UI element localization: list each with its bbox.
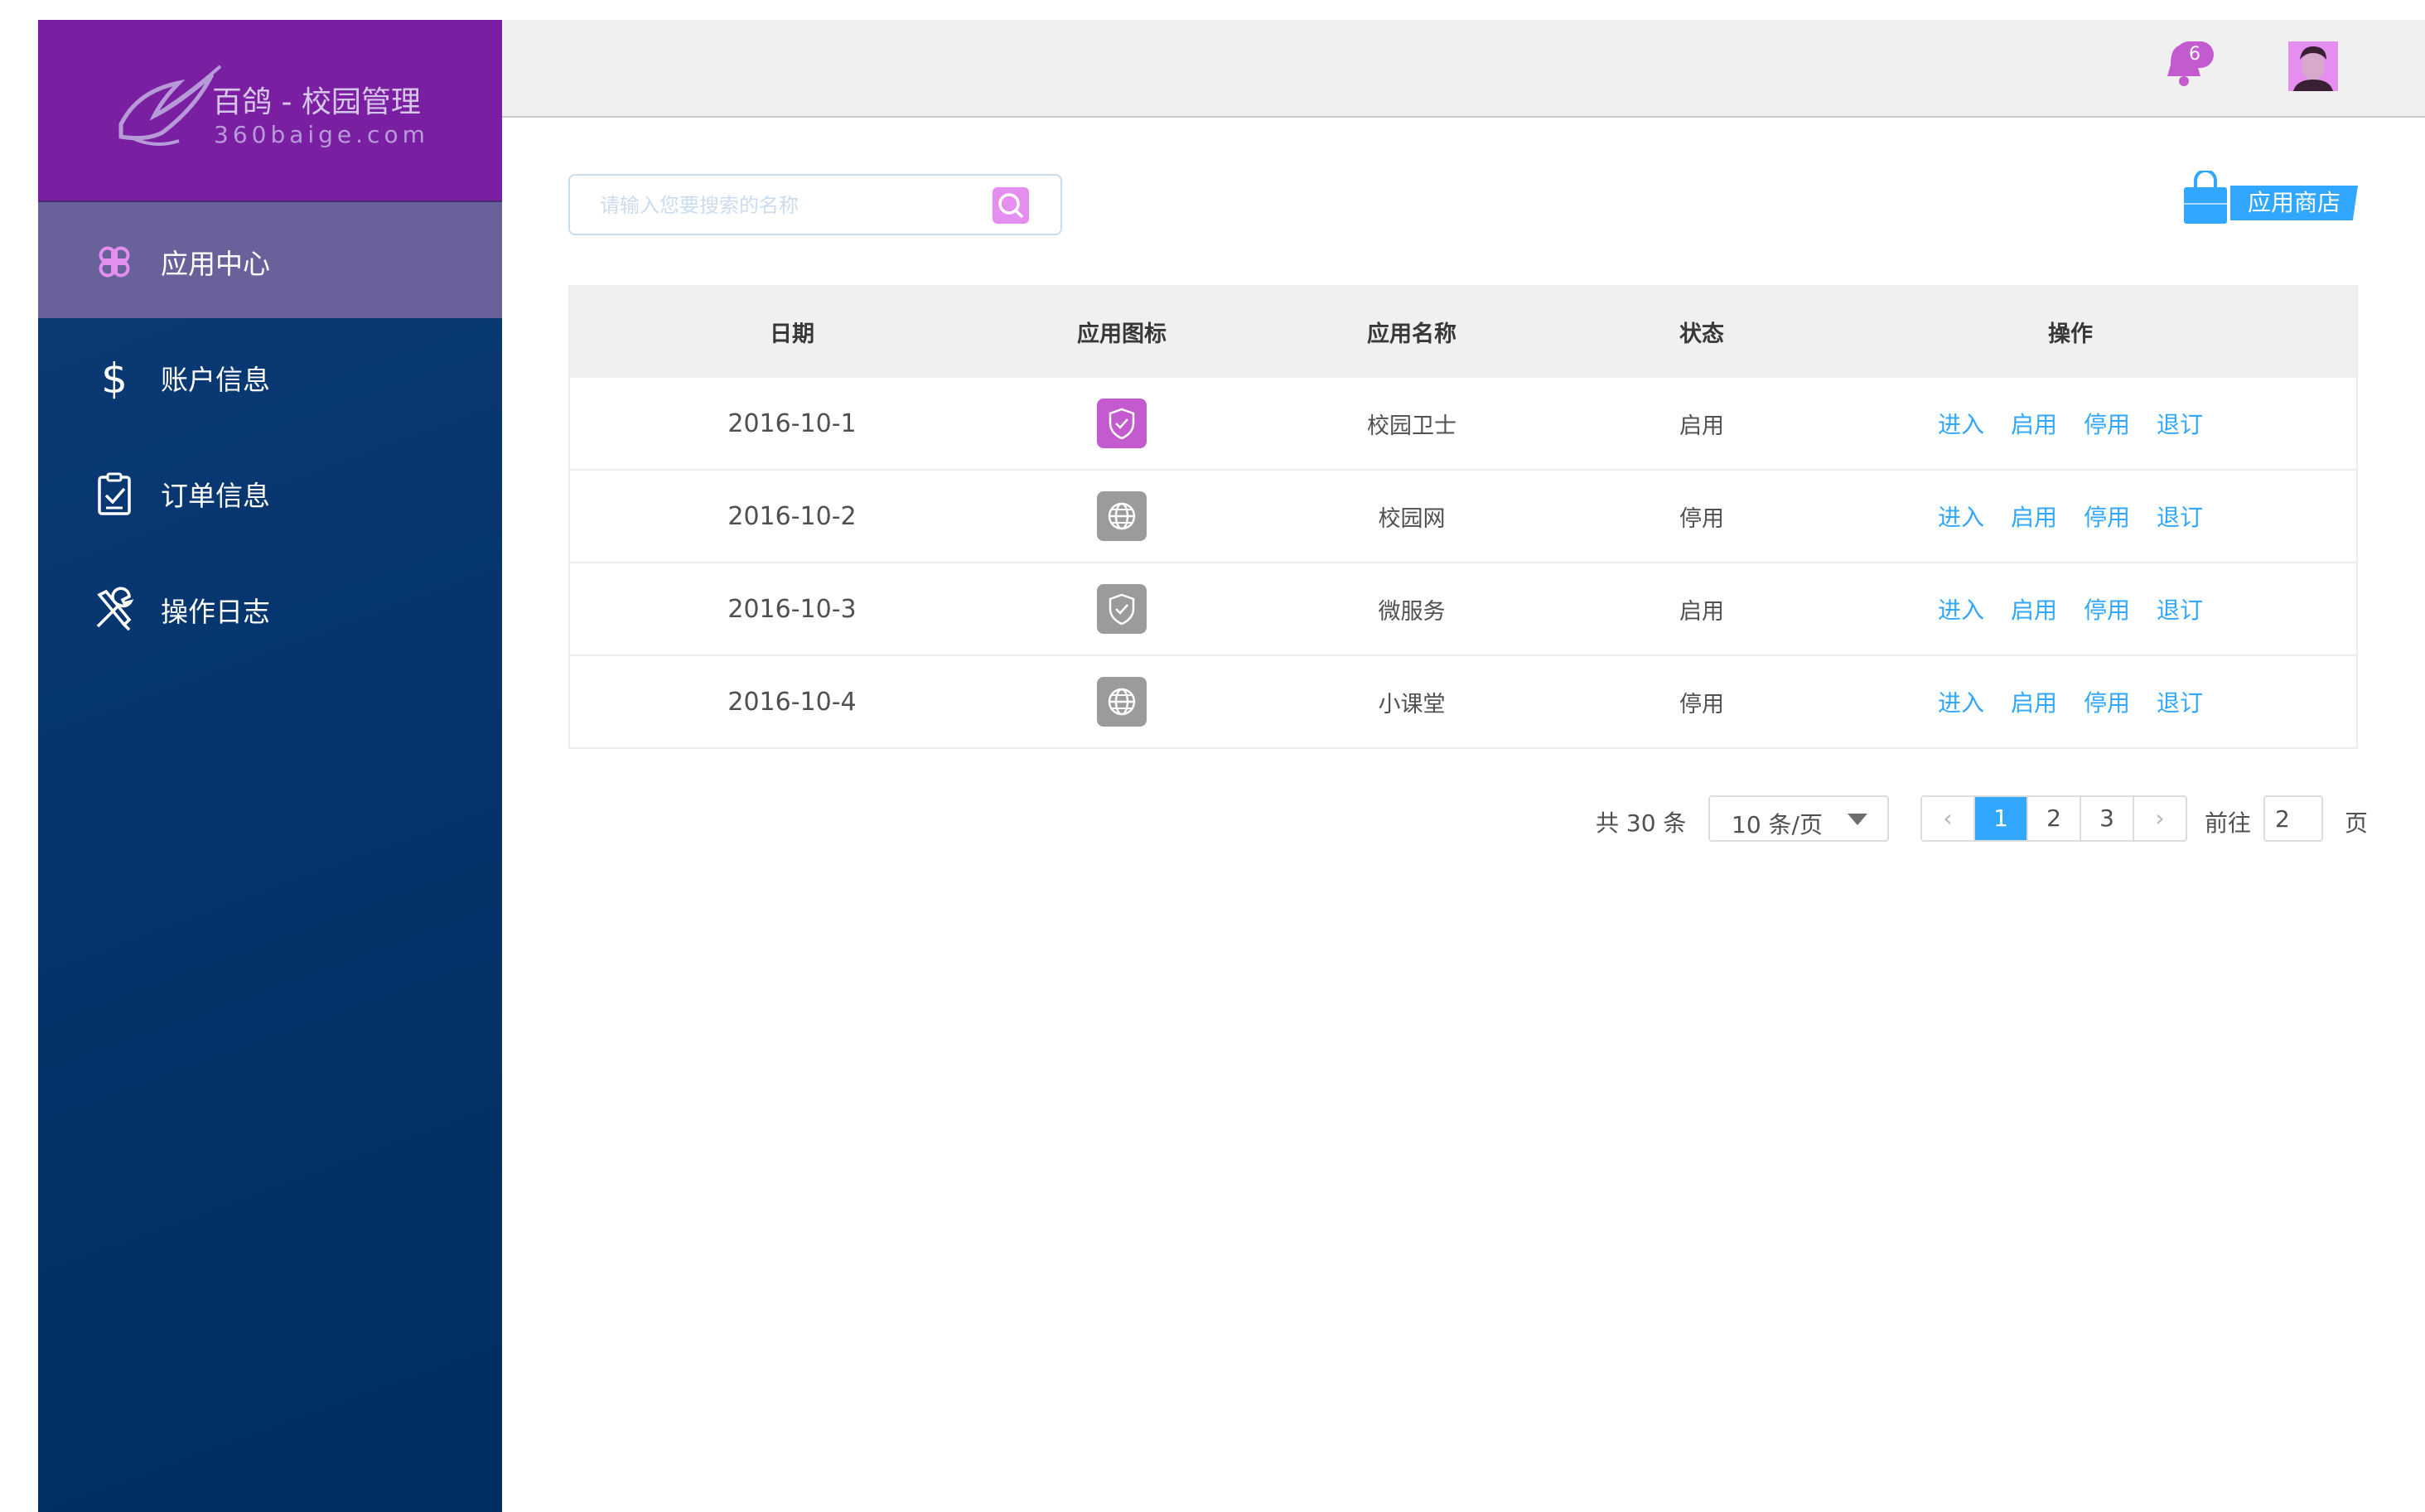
app-icon — [1097, 491, 1147, 541]
page-button-2[interactable]: 2 — [2028, 797, 2081, 840]
page-size-select[interactable]: 10 条/页 — [1708, 795, 1889, 842]
app-grid-icon — [99, 246, 130, 278]
cell-actions: 进入 启用 停用 退订 — [1809, 500, 2331, 533]
action-disable[interactable]: 停用 — [2084, 407, 2130, 440]
table-row: 2016-10-3 微服务 启用 进入 启用 停用 退订 — [570, 563, 2356, 656]
brand-header: 百鸽 - 校园管理 360baige.com — [38, 20, 502, 200]
cell-name: 小课堂 — [1378, 691, 1446, 717]
sidebar-item-label: 账户信息 — [161, 364, 270, 396]
action-enable[interactable]: 启用 — [2011, 500, 2057, 533]
globe-icon — [1108, 688, 1136, 716]
app-root: 百鸽 - 校园管理 360baige.com 应用中心 $ 账户信息 订单信息 … — [0, 0, 2425, 1512]
table-row: 2016-10-1 校园卫士 启用 进入 启用 停用 退订 — [570, 378, 2356, 471]
cell-icon — [1014, 399, 1229, 448]
cell-status: 启用 — [1679, 413, 1724, 439]
column-header-actions: 操作 — [2048, 321, 2093, 347]
cell-actions: 进入 启用 停用 退订 — [1809, 407, 2331, 440]
clipboard-check-icon — [98, 472, 131, 515]
action-disable[interactable]: 停用 — [2084, 500, 2130, 533]
table-row: 2016-10-2 校园网 停用 进入 启用 停用 退订 — [570, 471, 2356, 563]
search-icon — [998, 193, 1024, 219]
search-button[interactable] — [993, 187, 1029, 224]
table-row: 2016-10-4 小课堂 停用 进入 启用 停用 退订 — [570, 656, 2356, 749]
apps-table: 日期 应用图标 应用名称 状态 操作 2016-10-1 校园卫士 启用 进入 — [568, 285, 2358, 749]
action-disable[interactable]: 停用 — [2084, 685, 2130, 718]
sidebar-item-orders[interactable]: 订单信息 — [38, 434, 502, 550]
sidebar-item-label: 操作日志 — [161, 596, 270, 628]
shopping-bag-icon — [2184, 171, 2227, 224]
app-icon — [1097, 677, 1147, 727]
brand-domain: 360baige.com — [214, 121, 429, 148]
action-unsubscribe[interactable]: 退订 — [2157, 685, 2203, 718]
cell-status: 启用 — [1679, 598, 1724, 625]
next-page-button[interactable]: › — [2134, 797, 2186, 840]
sidebar-item-app-center[interactable]: 应用中心 — [38, 202, 502, 318]
sidebar-item-label: 订单信息 — [161, 480, 270, 512]
action-enter[interactable]: 进入 — [1938, 685, 1984, 718]
cell-actions: 进入 启用 停用 退订 — [1809, 685, 2331, 718]
sidebar-item-account[interactable]: $ 账户信息 — [38, 318, 502, 434]
shield-check-icon — [1109, 593, 1135, 626]
sidebar: 百鸽 - 校园管理 360baige.com 应用中心 $ 账户信息 订单信息 … — [38, 20, 502, 1512]
action-unsubscribe[interactable]: 退订 — [2157, 500, 2203, 533]
cell-icon — [1014, 677, 1229, 727]
cell-icon — [1014, 491, 1229, 541]
dollar-icon: $ — [101, 355, 128, 401]
pagination-total: 共 30 条 — [1596, 809, 1687, 837]
page-list: ‹ 1 2 3 › — [1920, 795, 2187, 842]
search-input[interactable] — [600, 187, 981, 224]
app-icon — [1097, 584, 1147, 634]
cell-date: 2016-10-3 — [727, 594, 857, 624]
app-store-button[interactable]: 应用商店 — [2181, 171, 2358, 225]
goto-page-input[interactable] — [2263, 795, 2323, 842]
cell-date: 2016-10-1 — [727, 408, 857, 438]
action-enable[interactable]: 启用 — [2011, 407, 2057, 440]
pagination: 共 30 条 10 条/页 ‹ 1 2 3 › 前往 页 — [1596, 795, 2374, 843]
brand-title: 百鸽 - 校园管理 — [212, 85, 421, 119]
notification-badge: 6 — [2176, 41, 2214, 68]
app-icon — [1097, 399, 1147, 448]
page-button-1[interactable]: 1 — [1975, 797, 2028, 840]
sidebar-nav: 应用中心 $ 账户信息 订单信息 操作日志 — [38, 202, 502, 666]
action-enter[interactable]: 进入 — [1938, 500, 1984, 533]
cell-icon — [1014, 584, 1229, 634]
action-enter[interactable]: 进入 — [1938, 592, 1984, 626]
top-bar — [502, 20, 2425, 118]
action-unsubscribe[interactable]: 退订 — [2157, 592, 2203, 626]
column-header-icon: 应用图标 — [1077, 321, 1167, 347]
action-enable[interactable]: 启用 — [2011, 685, 2057, 718]
globe-icon — [1108, 502, 1136, 530]
prev-page-button[interactable]: ‹ — [1922, 797, 1975, 840]
tools-icon — [96, 587, 134, 631]
column-header-date: 日期 — [770, 321, 814, 347]
action-enable[interactable]: 启用 — [2011, 592, 2057, 626]
sidebar-item-logs[interactable]: 操作日志 — [38, 550, 502, 666]
cell-date: 2016-10-4 — [727, 687, 857, 717]
cell-status: 停用 — [1679, 505, 1724, 532]
search-box — [568, 174, 1062, 235]
table-header: 日期 应用图标 应用名称 状态 操作 — [570, 285, 2356, 378]
action-disable[interactable]: 停用 — [2084, 592, 2130, 626]
cell-status: 停用 — [1679, 691, 1724, 717]
action-unsubscribe[interactable]: 退订 — [2157, 407, 2203, 440]
page-button-3[interactable]: 3 — [2081, 797, 2134, 840]
page-size-value: 10 条/页 — [1732, 811, 1823, 838]
column-header-status: 状态 — [1679, 321, 1724, 347]
goto-label: 前往 — [2205, 809, 2252, 837]
action-enter[interactable]: 进入 — [1938, 407, 1984, 440]
cell-name: 校园卫士 — [1367, 413, 1456, 439]
user-avatar-icon — [2288, 41, 2338, 91]
sidebar-item-label: 应用中心 — [161, 248, 270, 280]
app-store-label: 应用商店 — [2230, 186, 2358, 220]
column-header-name: 应用名称 — [1367, 321, 1456, 347]
svg-text:$: $ — [101, 355, 128, 401]
avatar[interactable] — [2288, 41, 2338, 91]
page-suffix: 页 — [2345, 809, 2369, 837]
cell-name: 微服务 — [1378, 598, 1446, 625]
shield-check-icon — [1109, 408, 1135, 440]
cell-name: 校园网 — [1378, 505, 1446, 532]
cell-actions: 进入 启用 停用 退订 — [1809, 592, 2331, 626]
caret-down-icon — [1848, 814, 1867, 825]
cell-date: 2016-10-2 — [727, 501, 857, 531]
